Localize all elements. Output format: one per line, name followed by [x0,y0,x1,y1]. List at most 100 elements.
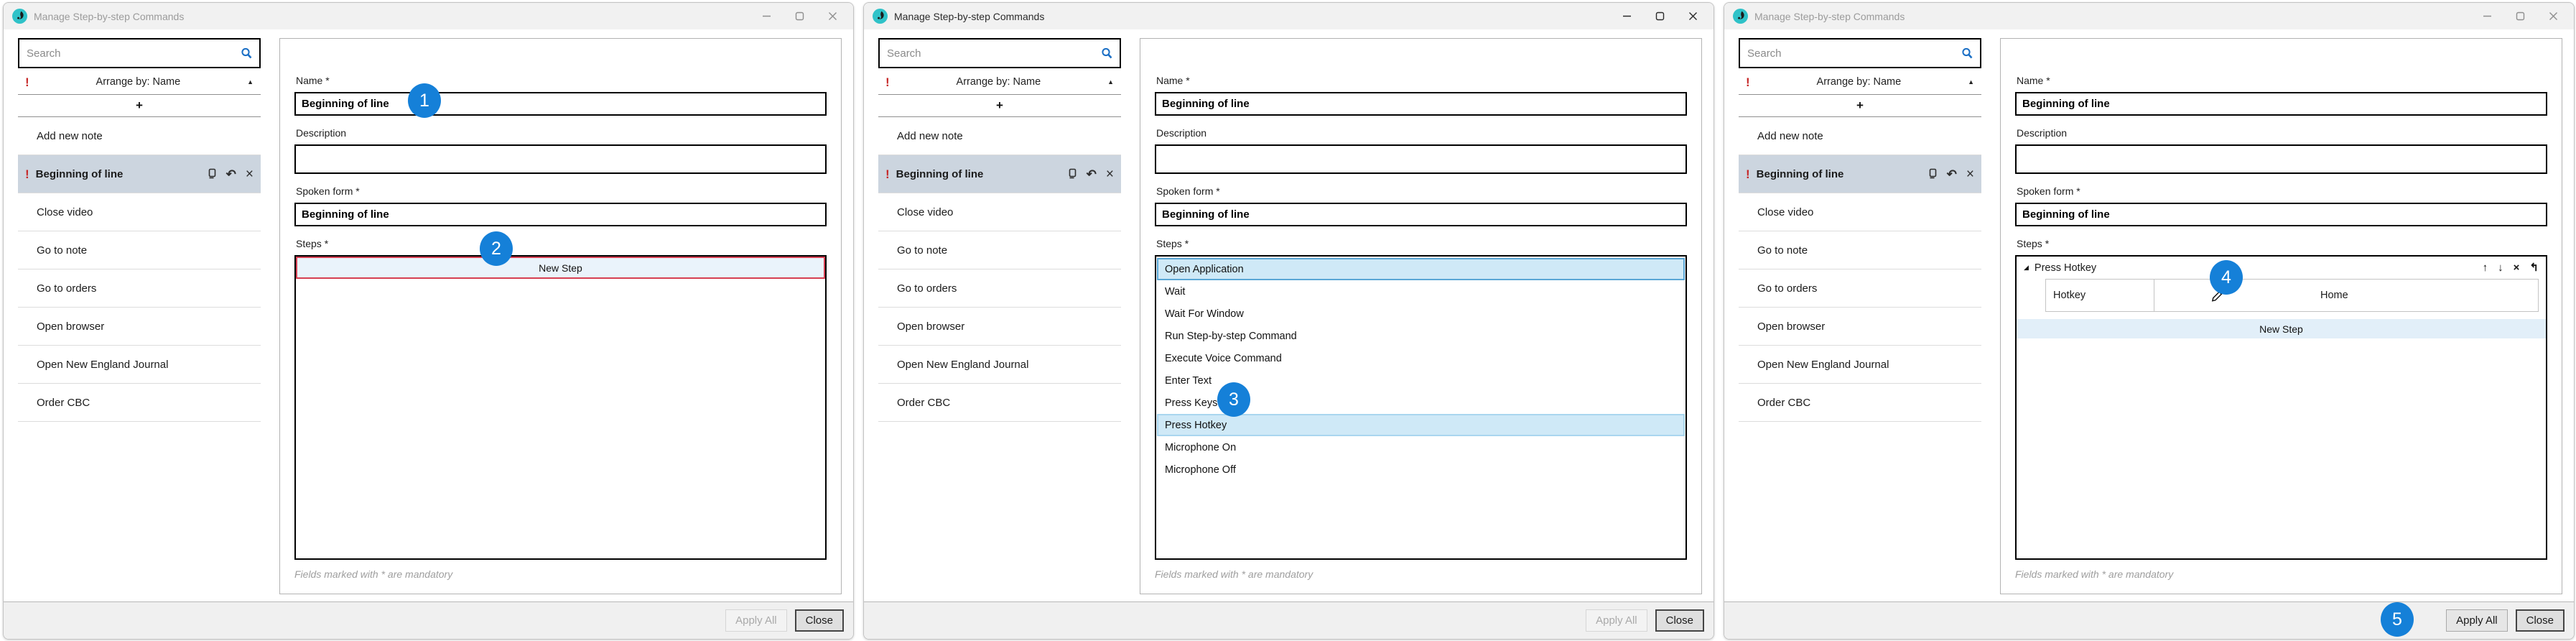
arrange-by-header[interactable]: ! Arrange by: Name ▲ [878,70,1121,95]
titlebar[interactable]: Manage Step-by-step Commands [1724,3,2574,29]
search-input[interactable]: Search [1739,38,1981,68]
undo-icon[interactable]: ↶ [1087,168,1097,180]
dragon-logo-icon [1733,9,1748,24]
copy-icon[interactable] [1926,168,1938,180]
sort-ascending-icon: ▲ [1107,78,1114,86]
add-command-button[interactable]: + [18,95,261,117]
list-item[interactable]: Go to orders [1739,269,1981,308]
spoken-form-field[interactable]: Beginning of line [294,203,827,226]
list-item-selected[interactable]: ! Beginning of line ↶ × [18,155,261,193]
maximize-button[interactable] [1643,6,1676,27]
sort-ascending-icon: ▲ [247,78,254,86]
list-item[interactable]: Order CBC [1739,384,1981,422]
close-window-button[interactable] [1676,6,1709,27]
move-up-icon[interactable]: ↑ [2483,262,2488,273]
delete-icon[interactable]: × [1966,167,1974,181]
maximize-button[interactable] [783,6,816,27]
copy-icon[interactable] [1066,168,1077,180]
arrange-by-header[interactable]: ! Arrange by: Name ▲ [1739,70,1981,95]
command-sidebar: Search ! Arrange by: Name ▲ + Add new no… [878,38,1121,601]
step-item-header[interactable]: ◢ Press Hotkey ↑ ↓ × ↰ [2017,257,2546,279]
copy-icon[interactable] [205,168,217,180]
step-type-option[interactable]: Execute Voice Command [1157,347,1685,369]
list-item[interactable]: Go to note [18,231,261,269]
add-command-button[interactable]: + [1739,95,1981,117]
expander-icon[interactable]: ◢ [2024,264,2029,272]
minimize-button[interactable] [1610,6,1643,27]
list-item-selected[interactable]: ! Beginning of line ↶ × [878,155,1121,193]
list-item-selected[interactable]: ! Beginning of line ↶ × [1739,155,1981,193]
selected-command-name: Beginning of line [896,168,1059,180]
list-item[interactable]: Close video [1739,193,1981,231]
undo-icon[interactable]: ↶ [226,168,236,180]
list-item[interactable]: Open browser [878,308,1121,346]
description-field[interactable] [2015,144,2547,174]
step-type-option[interactable]: Microphone Off [1157,458,1685,481]
list-item[interactable]: Order CBC [18,384,261,422]
titlebar[interactable]: Manage Step-by-step Commands [864,3,1714,29]
window-title: Manage Step-by-step Commands [894,11,1044,22]
step-type-option[interactable]: Run Step-by-step Command [1157,325,1685,347]
remove-step-icon[interactable]: × [2514,262,2520,273]
new-step-button[interactable]: New Step [296,257,825,279]
new-step-button[interactable]: New Step [2017,319,2546,338]
search-input[interactable]: Search [18,38,261,68]
close-window-button[interactable] [816,6,849,27]
list-item[interactable]: Open browser [1739,308,1981,346]
undo-icon[interactable]: ↶ [1947,168,1957,180]
list-item[interactable]: Close video [18,193,261,231]
list-item[interactable]: Go to note [1739,231,1981,269]
step-type-option[interactable]: Wait For Window [1157,303,1685,325]
step-type-option-selected[interactable]: Open Application [1157,258,1685,280]
close-button[interactable]: Close [795,609,844,632]
apply-all-button[interactable]: Apply All [725,609,787,632]
list-item[interactable]: Open New England Journal [18,346,261,384]
apply-all-button[interactable]: Apply All [2446,609,2508,632]
list-item[interactable]: Open browser [18,308,261,346]
window-controls [1610,6,1709,27]
return-icon[interactable]: ↰ [2529,262,2539,273]
search-input[interactable]: Search [878,38,1121,68]
add-command-button[interactable]: + [878,95,1121,117]
description-field[interactable] [294,144,827,174]
list-item[interactable]: Add new note [1739,117,1981,155]
titlebar[interactable]: Manage Step-by-step Commands [4,3,853,29]
alert-icon: ! [25,168,29,180]
list-item[interactable]: Go to orders [18,269,261,308]
name-label: Name * [1156,75,1687,86]
apply-all-button[interactable]: Apply All [1586,609,1647,632]
close-button[interactable]: Close [1655,609,1704,632]
dialog-footer: Apply All Close [864,601,1714,639]
spoken-form-field[interactable]: Beginning of line [2015,203,2547,226]
list-item[interactable]: Go to orders [878,269,1121,308]
hotkey-param-row: Hotkey Home [2045,279,2539,312]
list-item[interactable]: Open New England Journal [1739,346,1981,384]
arrange-by-header[interactable]: ! Arrange by: Name ▲ [18,70,261,95]
list-item[interactable]: Close video [878,193,1121,231]
delete-icon[interactable]: × [1106,167,1114,181]
spoken-form-label: Spoken form * [1156,185,1687,197]
name-label: Name * [296,75,827,86]
list-item[interactable]: Add new note [878,117,1121,155]
delete-icon[interactable]: × [246,167,254,181]
close-window-button[interactable] [2537,6,2570,27]
step-type-option[interactable]: Microphone On [1157,436,1685,458]
list-item[interactable]: Order CBC [878,384,1121,422]
minimize-button[interactable] [2470,6,2503,27]
move-down-icon[interactable]: ↓ [2498,262,2503,273]
step-type-option-highlighted[interactable]: Press Hotkey [1157,414,1685,436]
list-item[interactable]: Open New England Journal [878,346,1121,384]
description-field[interactable] [1155,144,1687,174]
spoken-form-field[interactable]: Beginning of line [1155,203,1687,226]
window-title: Manage Step-by-step Commands [34,11,184,22]
maximize-button[interactable] [2503,6,2537,27]
name-field[interactable]: Beginning of line [294,92,827,116]
name-field[interactable]: Beginning of line [2015,92,2547,116]
list-item[interactable]: Add new note [18,117,261,155]
list-item[interactable]: Go to note [878,231,1121,269]
step-type-option[interactable]: Wait [1157,280,1685,303]
close-button[interactable]: Close [2516,609,2565,632]
row-actions: ↶ × [1926,167,1974,181]
name-field[interactable]: Beginning of line [1155,92,1687,116]
minimize-button[interactable] [750,6,783,27]
